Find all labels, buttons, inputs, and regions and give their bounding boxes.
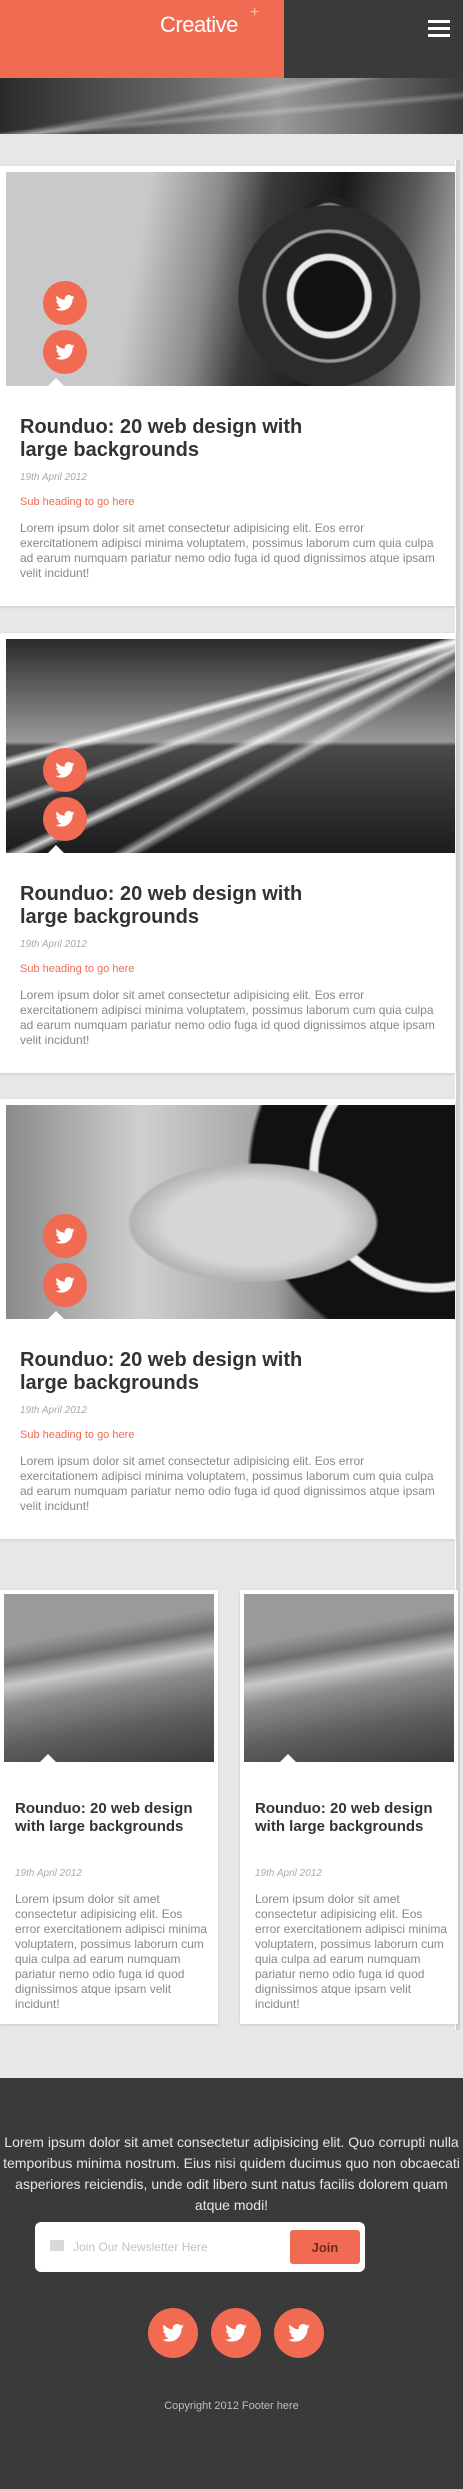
twitter-icon [55,762,75,778]
card-notch [48,1311,64,1319]
brand-plus-mark: + [250,4,260,21]
twitter-share-button[interactable] [43,1214,87,1258]
post-excerpt: Lorem ipsum dolor sit amet consectetur a… [20,1454,435,1513]
twitter-icon [288,2324,310,2342]
copyright-text: Copyright 2012 Footer here [164,2400,299,2412]
newsletter-join-button[interactable]: Join [290,2230,360,2264]
post-image[interactable] [4,1594,214,1762]
post-date: 19th April 2012 [20,1405,87,1416]
twitter-icon [225,2324,247,2342]
blog-post-card-small: Rounduo: 20 web design with large backgr… [240,1590,458,2024]
brand-block[interactable]: Creative + [0,0,284,78]
post-excerpt: Lorem ipsum dolor sit amet consectetur a… [15,1892,208,2011]
card-notch [48,845,64,853]
footer-twitter-link[interactable] [148,2308,198,2358]
twitter-share-button[interactable] [43,281,87,325]
twitter-follow-button[interactable] [43,797,87,841]
card-notch [48,378,64,386]
footer-twitter-link[interactable] [211,2308,261,2358]
footer-description: Lorem ipsum dolor sit amet consectetur a… [3,2134,460,2213]
post-subheading: Sub heading to go here [20,1429,135,1441]
site-header: Creative + [0,0,463,78]
twitter-icon [55,1228,75,1244]
post-title[interactable]: Rounduo: 20 web design with large backgr… [15,1800,195,1836]
post-excerpt: Lorem ipsum dolor sit amet consectetur a… [255,1892,448,2011]
card-notch [280,1754,296,1762]
mail-icon [50,2240,64,2251]
newsletter-form: Join [35,2222,365,2272]
post-title[interactable]: Rounduo: 20 web design with large backgr… [20,416,340,462]
site-footer: Lorem ipsum dolor sit amet consectetur a… [0,2078,463,2489]
brand-logo[interactable]: Creative [160,12,238,38]
post-title[interactable]: Rounduo: 20 web design with large backgr… [255,1800,435,1836]
blog-post-card: Rounduo: 20 web design with large backgr… [0,166,455,606]
post-title[interactable]: Rounduo: 20 web design with large backgr… [20,883,340,929]
hero-banner-image [0,78,463,134]
twitter-icon [55,344,75,360]
post-subheading: Sub heading to go here [20,496,135,508]
post-date: 19th April 2012 [255,1868,322,1879]
post-date: 19th April 2012 [20,939,87,950]
twitter-follow-button[interactable] [43,1263,87,1307]
twitter-icon [55,295,75,311]
twitter-icon [55,1277,75,1293]
post-date: 19th April 2012 [15,1868,82,1879]
post-subheading: Sub heading to go here [20,963,135,975]
twitter-share-button[interactable] [43,748,87,792]
post-excerpt: Lorem ipsum dolor sit amet consectetur a… [20,988,435,1047]
twitter-icon [55,811,75,827]
post-image[interactable] [244,1594,454,1762]
twitter-icon [162,2324,184,2342]
post-excerpt: Lorem ipsum dolor sit amet consectetur a… [20,521,435,580]
footer-twitter-link[interactable] [274,2308,324,2358]
blog-post-card-small: Rounduo: 20 web design with large backgr… [0,1590,218,2024]
blog-post-card: Rounduo: 20 web design with large backgr… [0,633,455,1073]
post-date: 19th April 2012 [20,472,87,483]
blog-post-card: Rounduo: 20 web design with large backgr… [0,1099,455,1539]
post-title[interactable]: Rounduo: 20 web design with large backgr… [20,1349,340,1395]
twitter-follow-button[interactable] [43,330,87,374]
hamburger-menu-icon[interactable] [428,20,450,38]
newsletter-email-input[interactable] [73,2236,273,2258]
card-notch [40,1754,56,1762]
